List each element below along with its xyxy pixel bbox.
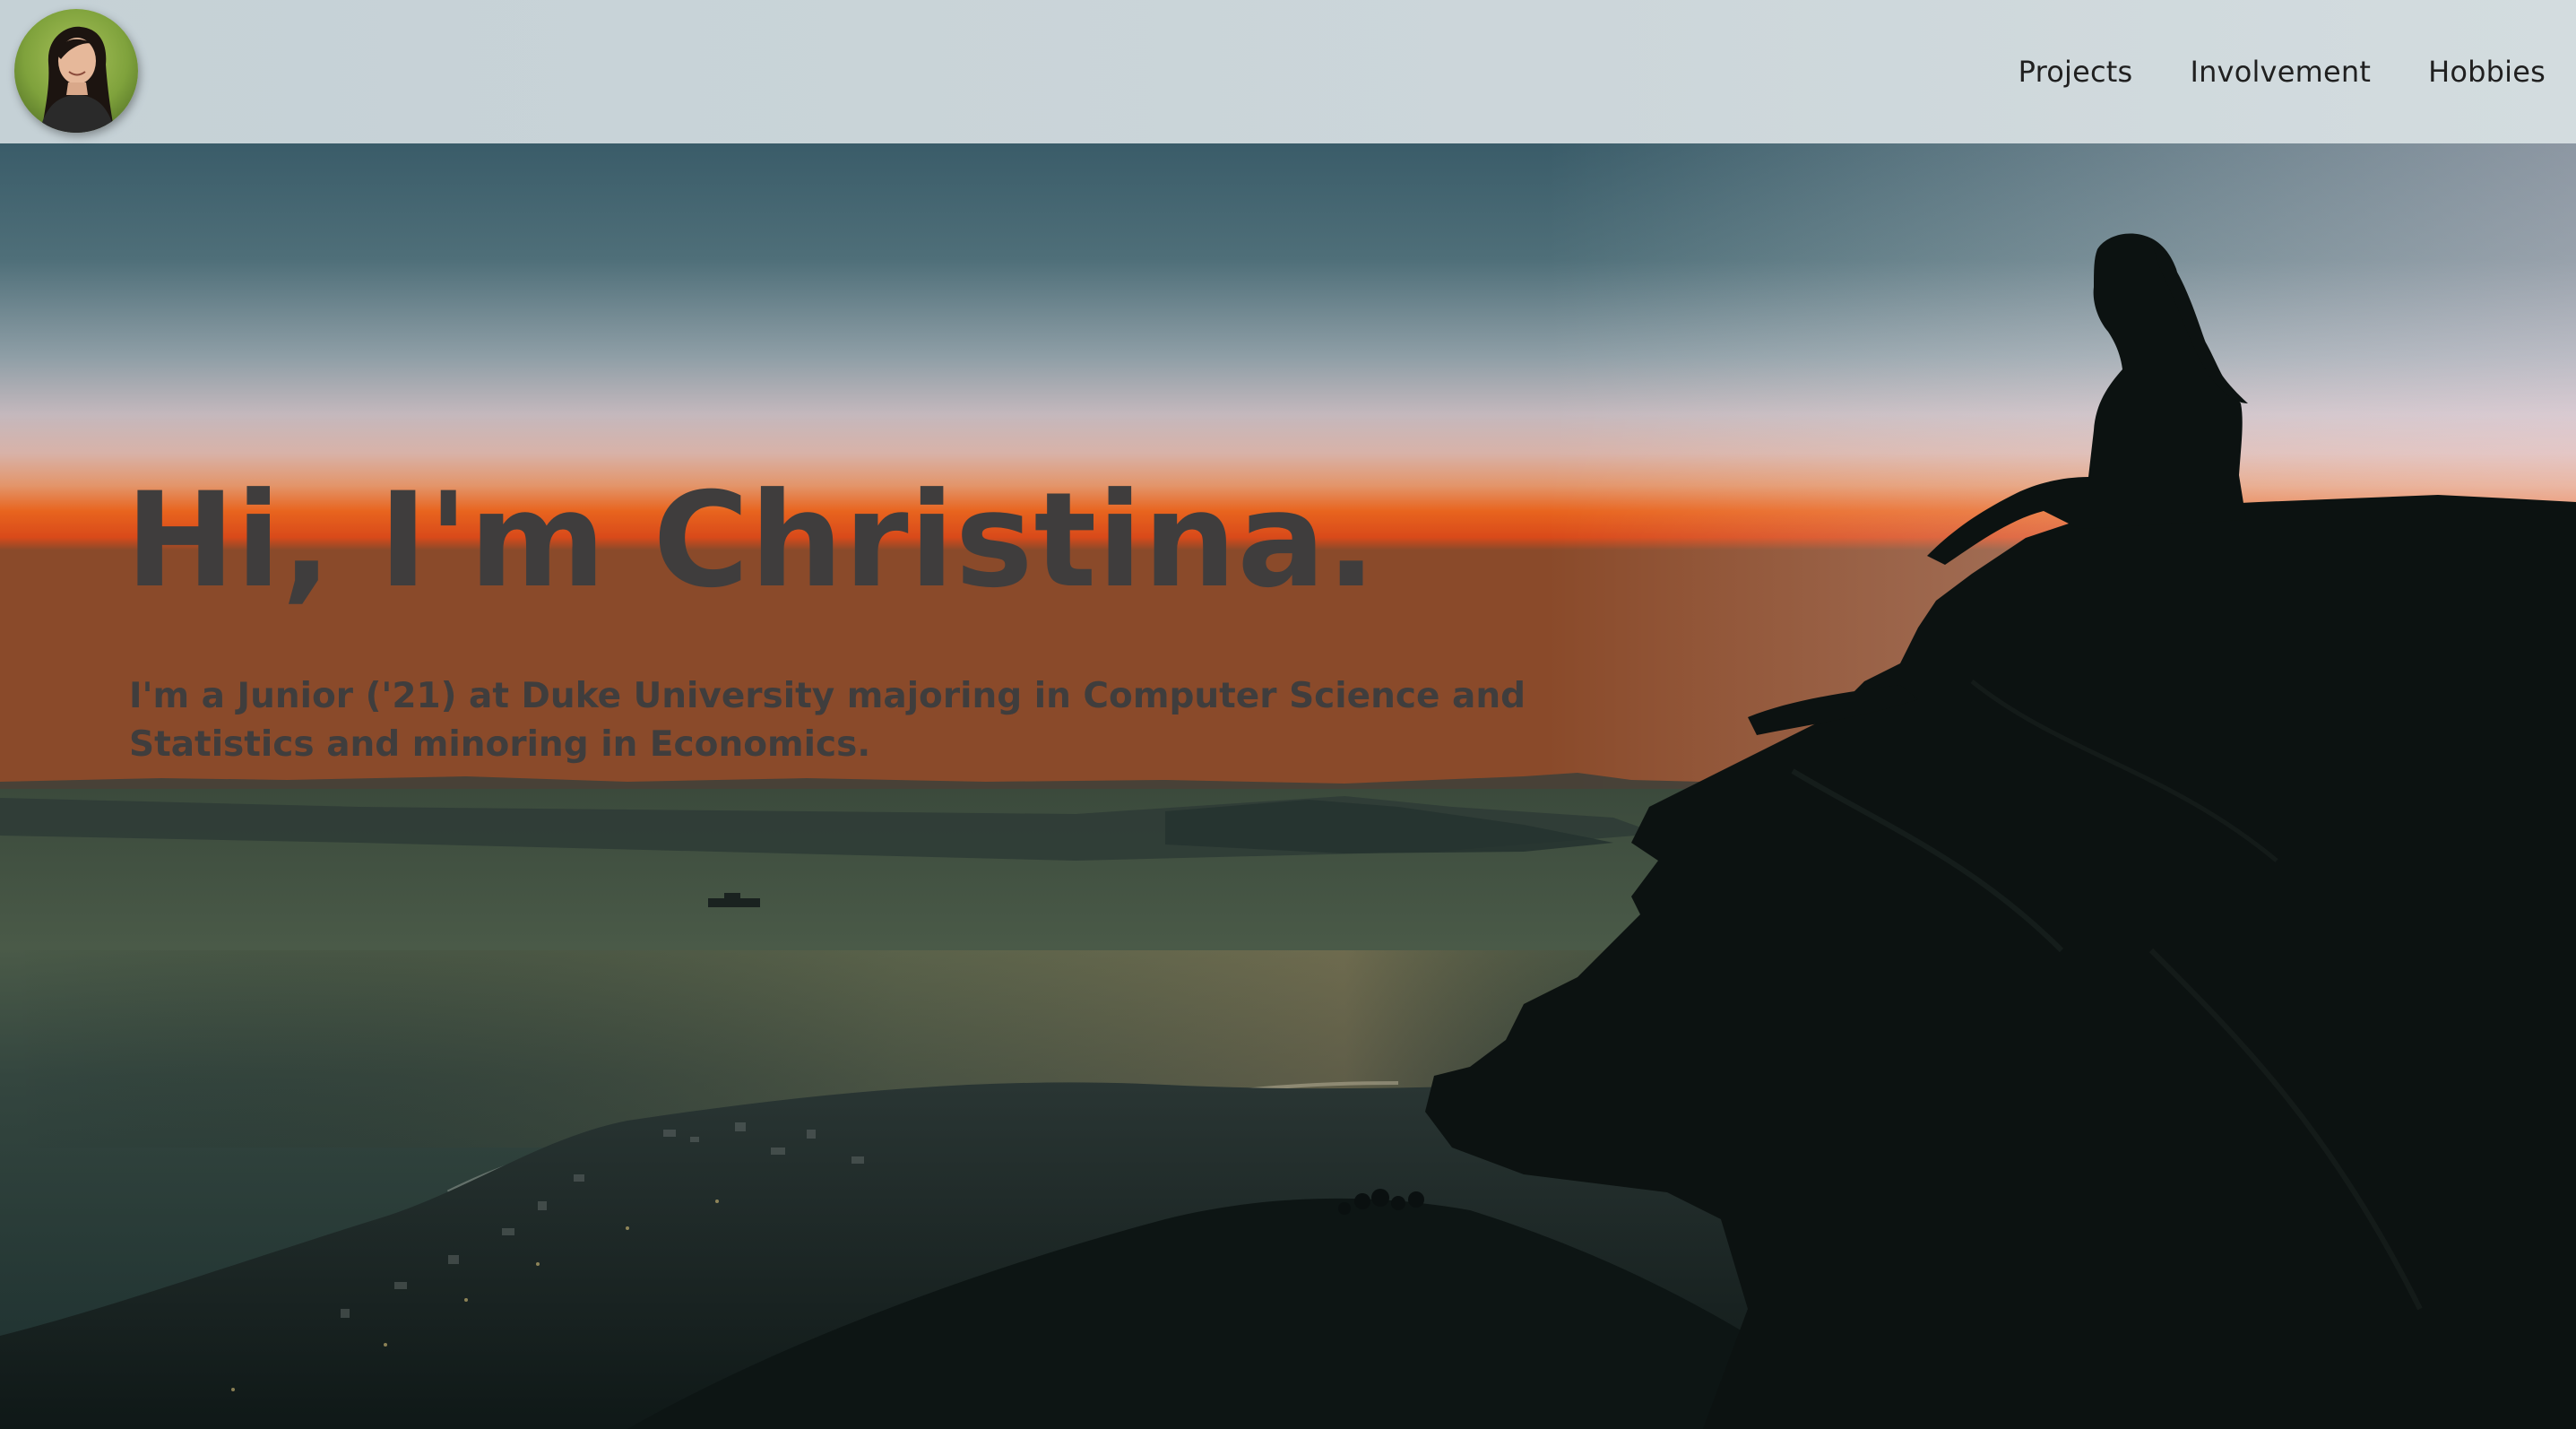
nav-hobbies[interactable]: Hobbies bbox=[2428, 55, 2546, 89]
page: Projects Involvement Hobbies Hi, I'm Chr… bbox=[0, 0, 2576, 1429]
hero-background-photo bbox=[0, 143, 2576, 1429]
site-header: Projects Involvement Hobbies bbox=[0, 0, 2576, 143]
hero-title: Hi, I'm Christina. bbox=[125, 464, 1378, 617]
nav-involvement[interactable]: Involvement bbox=[2190, 55, 2371, 89]
hero-subtitle: I'm a Junior ('21) at Duke University ma… bbox=[129, 676, 1526, 765]
avatar[interactable] bbox=[14, 9, 138, 133]
nav-projects[interactable]: Projects bbox=[2018, 55, 2133, 89]
hero-section: Hi, I'm Christina. I'm a Junior ('21) at… bbox=[0, 143, 2576, 1429]
avatar-photo bbox=[14, 9, 138, 133]
main-nav: Projects Involvement Hobbies bbox=[2018, 0, 2546, 143]
